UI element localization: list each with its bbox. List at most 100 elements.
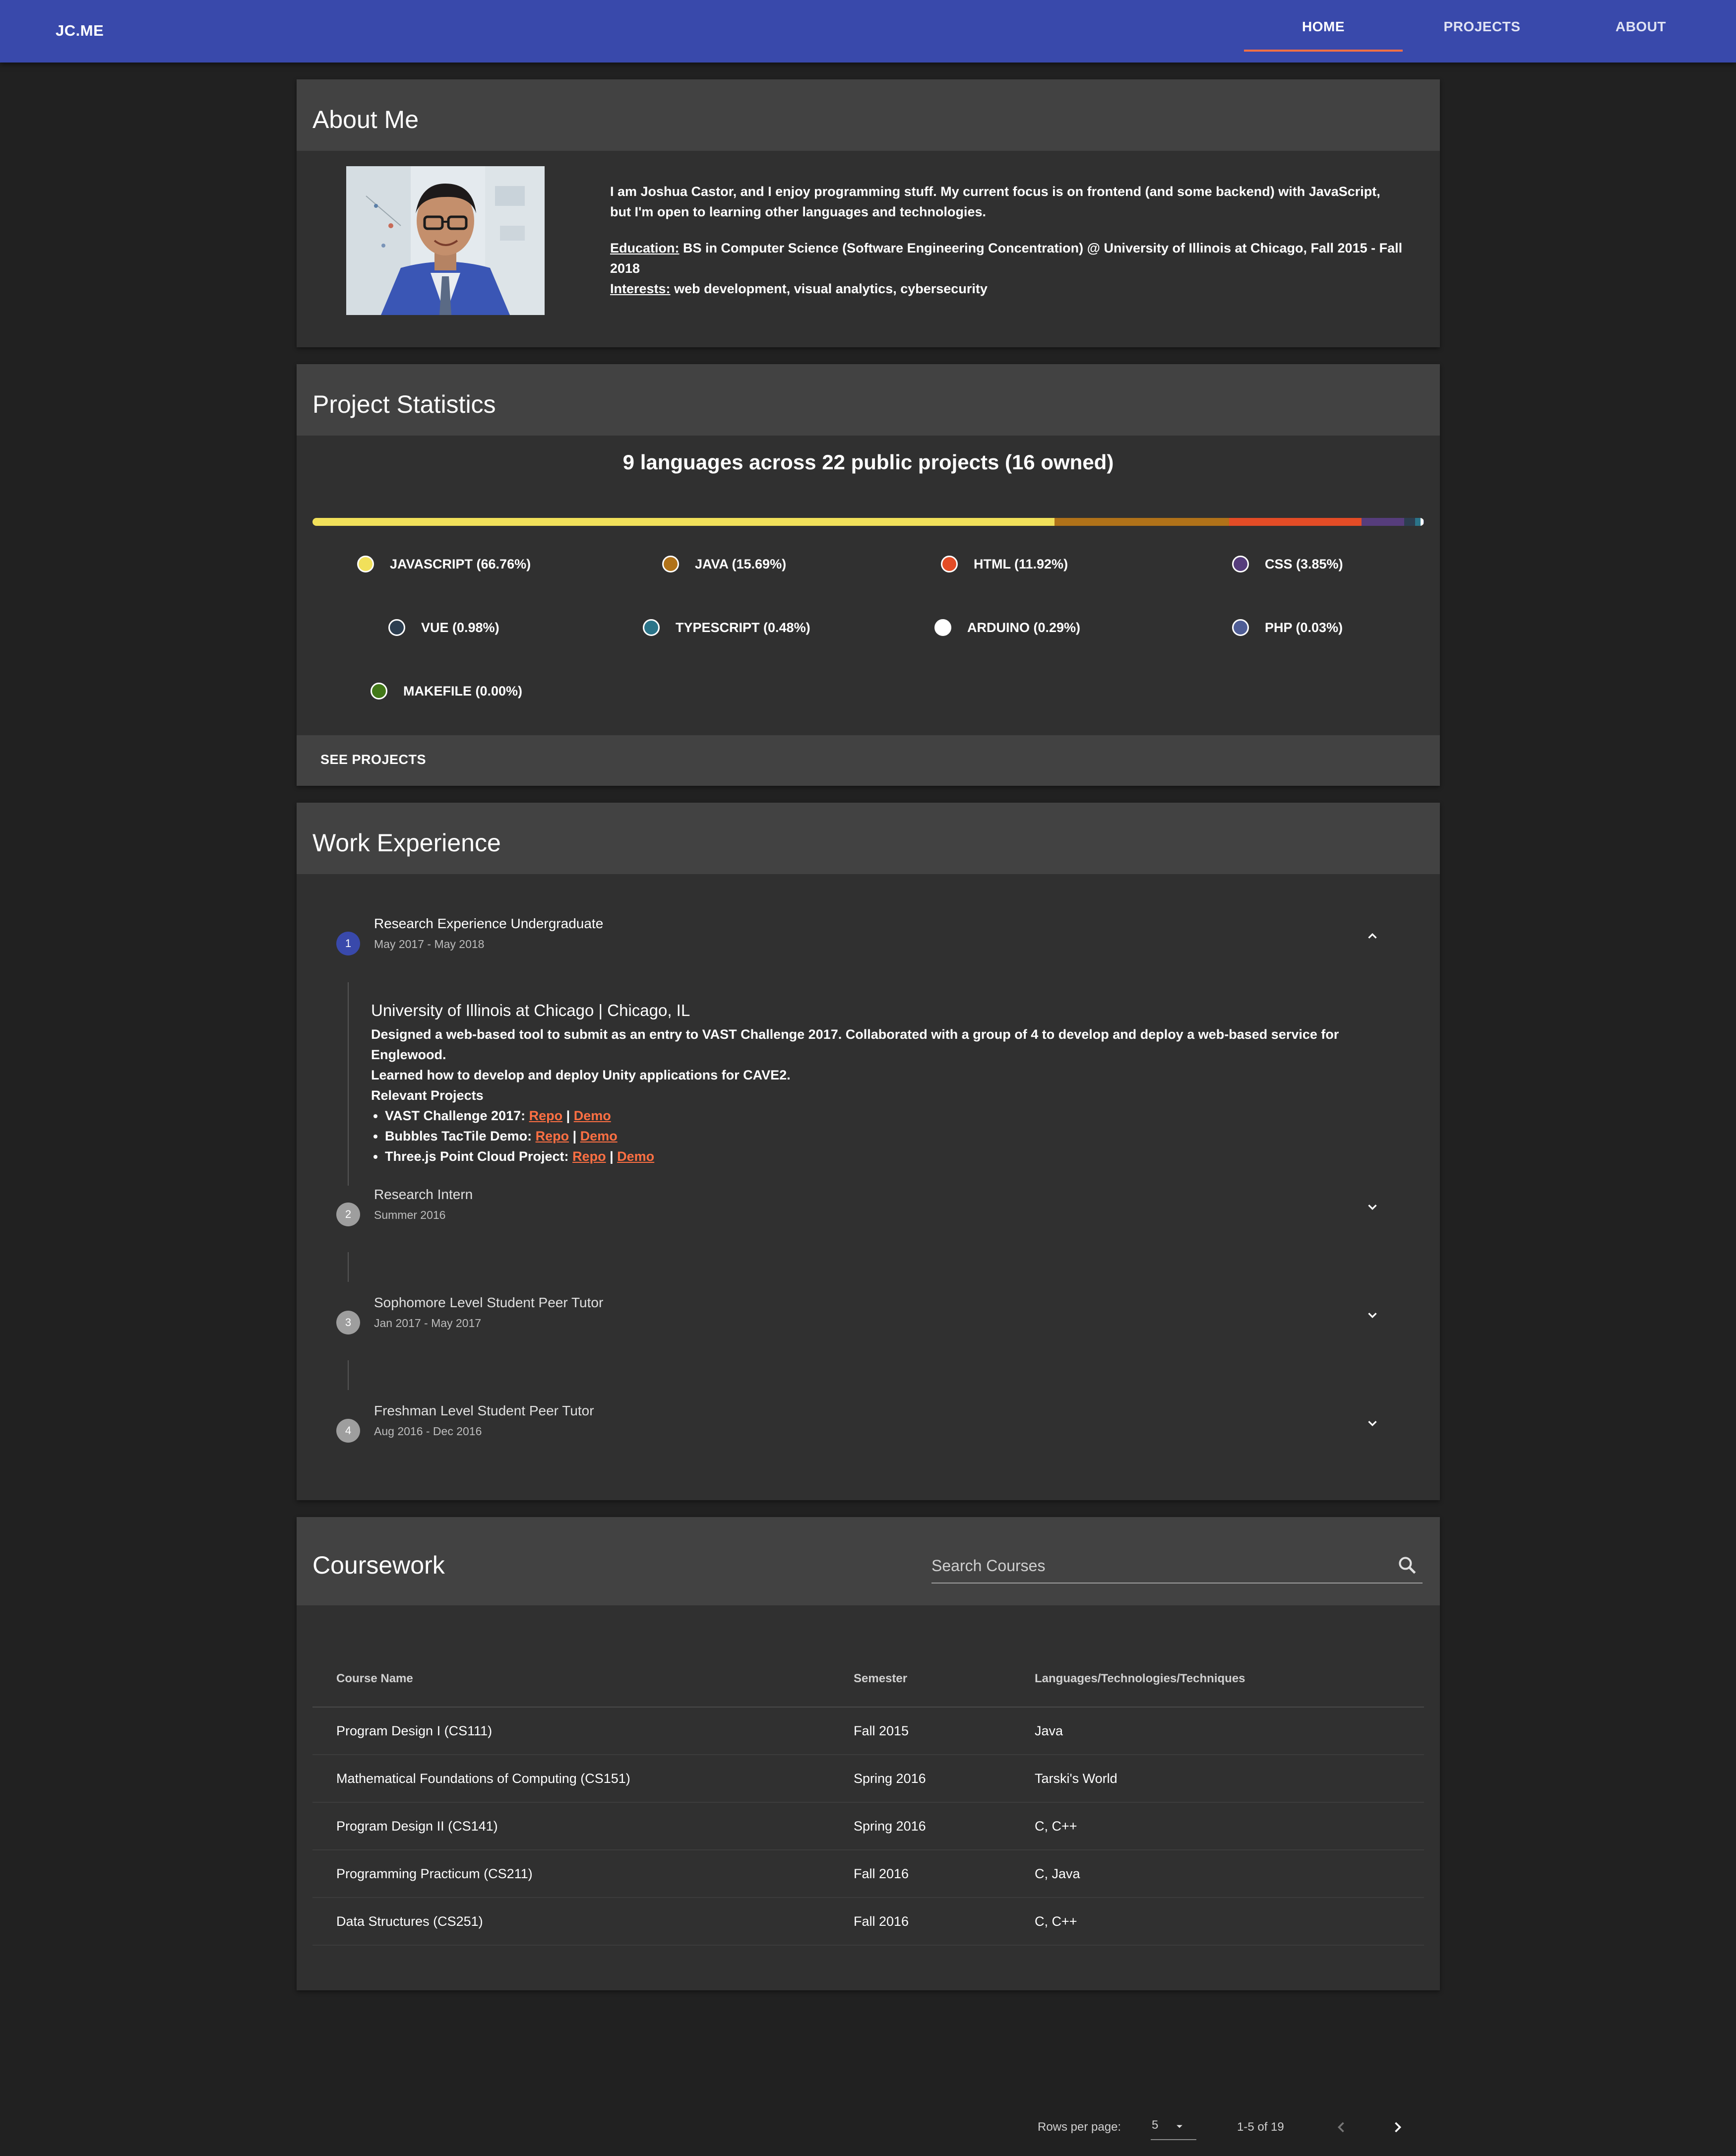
project-item: Bubbles TacTile Demo: Repo | Demo [385,1126,1413,1146]
legend-css: CSS (3.85%) [1232,556,1343,572]
language-color-dot [371,683,387,699]
legend-typescript: TYPESCRIPT (0.48%) [643,619,810,636]
table-row[interactable]: Program Design II (CS141) Spring 2016 C,… [312,1802,1424,1850]
step-1-content: University of Illinois at Chicago | Chic… [371,1000,1413,1167]
project-item: VAST Challenge 2017: Repo | Demo [385,1106,1413,1126]
profile-photo-image [346,166,545,315]
relevant-projects-heading: Relevant Projects [371,1088,484,1103]
job-description: Designed a web-based tool to submit as a… [371,1027,1339,1062]
about-title: About Me [312,106,419,133]
repo-link[interactable]: Repo [529,1108,563,1123]
rows-per-page-value: 5 [1152,2118,1159,2132]
language-bar-segment [1415,518,1421,526]
work-card: Work Experience 1 Research Experience Un… [297,803,1440,1500]
demo-link[interactable]: Demo [617,1149,654,1164]
languages-cell: Tarski's World [1035,1755,1424,1803]
language-color-dot [662,556,679,572]
dropdown-arrow-icon [1177,2125,1182,2128]
step-title: Sophomore Level Student Peer Tutor [374,1295,604,1310]
legend-label: PHP (0.03%) [1265,620,1343,635]
languages-cell: C, C++ [1035,1802,1424,1850]
languages-cell: C, Java [1035,1850,1424,1898]
semester-cell: Fall 2015 [854,1707,1035,1755]
language-color-dot [1232,619,1249,636]
chevron-up-icon[interactable] [1365,929,1380,944]
brand-logo[interactable]: JC.ME [56,22,104,40]
step-number-badge: 4 [336,1419,360,1443]
semester-cell: Spring 2016 [854,1755,1035,1803]
chevron-left-icon[interactable] [1332,2118,1350,2136]
step-number-badge: 2 [336,1203,360,1226]
language-bar-segment [1229,518,1362,526]
legend-label: CSS (3.85%) [1265,556,1343,571]
work-header: Work Experience [297,803,1440,874]
stats-actions: SEE PROJECTS [297,735,1440,786]
legend-html: HTML (11.92%) [941,556,1068,572]
interests-value: web development, visual analytics, cyber… [674,281,988,296]
chevron-right-icon[interactable] [1389,2118,1407,2136]
column-header-course-name[interactable]: Course Name [312,1651,854,1708]
chevron-down-icon[interactable] [1365,1200,1380,1214]
chevron-down-icon[interactable] [1365,1416,1380,1431]
step-dates: Summer 2016 [374,1208,446,1221]
courses-table: Course Name Semester Languages/Technolog… [312,1651,1424,1946]
column-header-semester[interactable]: Semester [854,1651,1035,1708]
languages-cell: C, C++ [1035,1898,1424,1946]
legend-label: ARDUINO (0.29%) [967,620,1081,635]
about-card: About Me I am Joshua Castor, and I enjoy [297,79,1440,347]
demo-link[interactable]: Demo [574,1108,611,1123]
table-row[interactable]: Programming Practicum (CS211) Fall 2016 … [312,1850,1424,1898]
step-title: Research Intern [374,1187,473,1202]
table-row[interactable]: Data Structures (CS251) Fall 2016 C, C++ [312,1898,1424,1946]
repo-link[interactable]: Repo [536,1129,569,1143]
nav-projects[interactable]: PROJECTS [1403,0,1561,54]
see-projects-button[interactable]: SEE PROJECTS [320,752,426,767]
rows-per-page-label: Rows per page: [1038,2120,1121,2134]
step-number-badge: 1 [336,932,360,955]
education-line: Education: BS in Computer Science (Softw… [610,238,1404,279]
coursework-card: Coursework Course Name Semester Language… [297,1517,1440,2140]
about-intro: I am Joshua Castor, and I enjoy programm… [610,184,1380,219]
demo-link[interactable]: Demo [580,1129,618,1143]
search-input[interactable] [931,1552,1378,1580]
nav-about[interactable]: ABOUT [1561,0,1720,54]
course-name-cell: Program Design II (CS141) [312,1802,854,1850]
language-color-dot [941,556,958,572]
education-value: BS in Computer Science (Software Enginee… [610,241,1403,276]
rows-per-page-select[interactable]: 5 [1151,2113,1196,2140]
semester-cell: Fall 2016 [854,1898,1035,1946]
legend-label: MAKEFILE (0.00%) [403,683,523,698]
column-header-languages[interactable]: Languages/Technologies/Techniques [1035,1651,1424,1708]
table-header-row: Course Name Semester Languages/Technolog… [312,1651,1424,1708]
table-row[interactable]: Program Design I (CS111) Fall 2015 Java [312,1707,1424,1755]
step-dates: Jan 2017 - May 2017 [374,1317,482,1330]
coursework-header: Coursework [297,1517,1440,1605]
chevron-down-icon[interactable] [1365,1308,1380,1323]
semester-cell: Fall 2016 [854,1850,1035,1898]
search-icon[interactable] [1397,1555,1419,1577]
link-separator: | [566,1108,570,1123]
project-name: Three.js Point Cloud Project: [385,1149,569,1164]
stats-card: Project Statistics 9 languages across 22… [297,364,1440,786]
job-description-2: Learned how to develop and deploy Unity … [371,1068,791,1082]
legend-makefile: MAKEFILE (0.00%) [371,683,522,699]
project-name: VAST Challenge 2017: [385,1108,526,1123]
coursework-title: Coursework [312,1551,445,1579]
language-bar-segment [1404,518,1416,526]
course-search [931,1552,1423,1584]
nav-home[interactable]: HOME [1244,0,1403,54]
step-connector [348,1360,349,1390]
app-toolbar: JC.ME HOME PROJECTS ABOUT [0,0,1736,63]
legend-arduino: ARDUINO (0.29%) [934,619,1080,636]
link-separator: | [610,1149,614,1164]
table-row[interactable]: Mathematical Foundations of Computing (C… [312,1755,1424,1803]
language-color-dot [643,619,660,636]
course-name-cell: Data Structures (CS251) [312,1898,854,1946]
legend-java: JAVA (15.69%) [662,556,786,572]
stats-title: Project Statistics [312,390,496,418]
language-bar-segment [1361,518,1405,526]
repo-link[interactable]: Repo [572,1149,606,1164]
step-title: Freshman Level Student Peer Tutor [374,1403,594,1418]
legend-label: TYPESCRIPT (0.48%) [676,620,810,635]
step-title: Research Experience Undergraduate [374,916,604,931]
